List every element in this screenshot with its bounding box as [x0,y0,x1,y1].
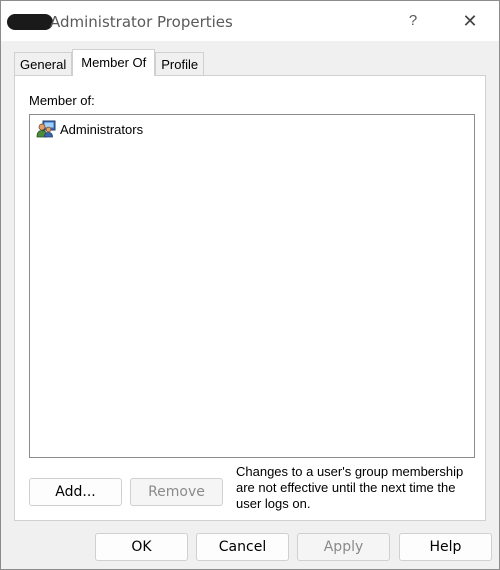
tab-general[interactable]: General [14,52,73,76]
member-of-listbox[interactable]: Administrators [29,114,475,458]
help-button-titlebar[interactable]: ? [401,9,425,33]
window-title: Administrator Properties [50,13,233,31]
help-button[interactable]: Help [399,533,492,561]
membership-note: Changes to a user's group membership are… [236,464,464,511]
title-bar[interactable]: Administrator Properties ? ✕ [1,1,499,41]
list-item[interactable]: Administrators [36,119,143,139]
tab-profile[interactable]: Profile [155,52,205,76]
apply-button[interactable]: Apply [297,533,390,561]
cancel-button[interactable]: Cancel [196,533,289,561]
redacted-user-name [7,14,53,30]
remove-button[interactable]: Remove [130,478,223,506]
member-of-label: Member of: [29,93,95,108]
member-of-panel: Member of: Administrators Add... Remove … [14,75,486,521]
properties-dialog: Administrator Properties ? ✕ General Mem… [0,0,500,570]
close-button[interactable]: ✕ [456,9,484,33]
group-icon [36,120,56,138]
tab-member-of[interactable]: Member Of [72,49,156,76]
tab-strip: General Member Of Profile [14,49,205,76]
ok-button[interactable]: OK [95,533,188,561]
group-name: Administrators [60,121,144,137]
add-button[interactable]: Add... [29,478,122,506]
